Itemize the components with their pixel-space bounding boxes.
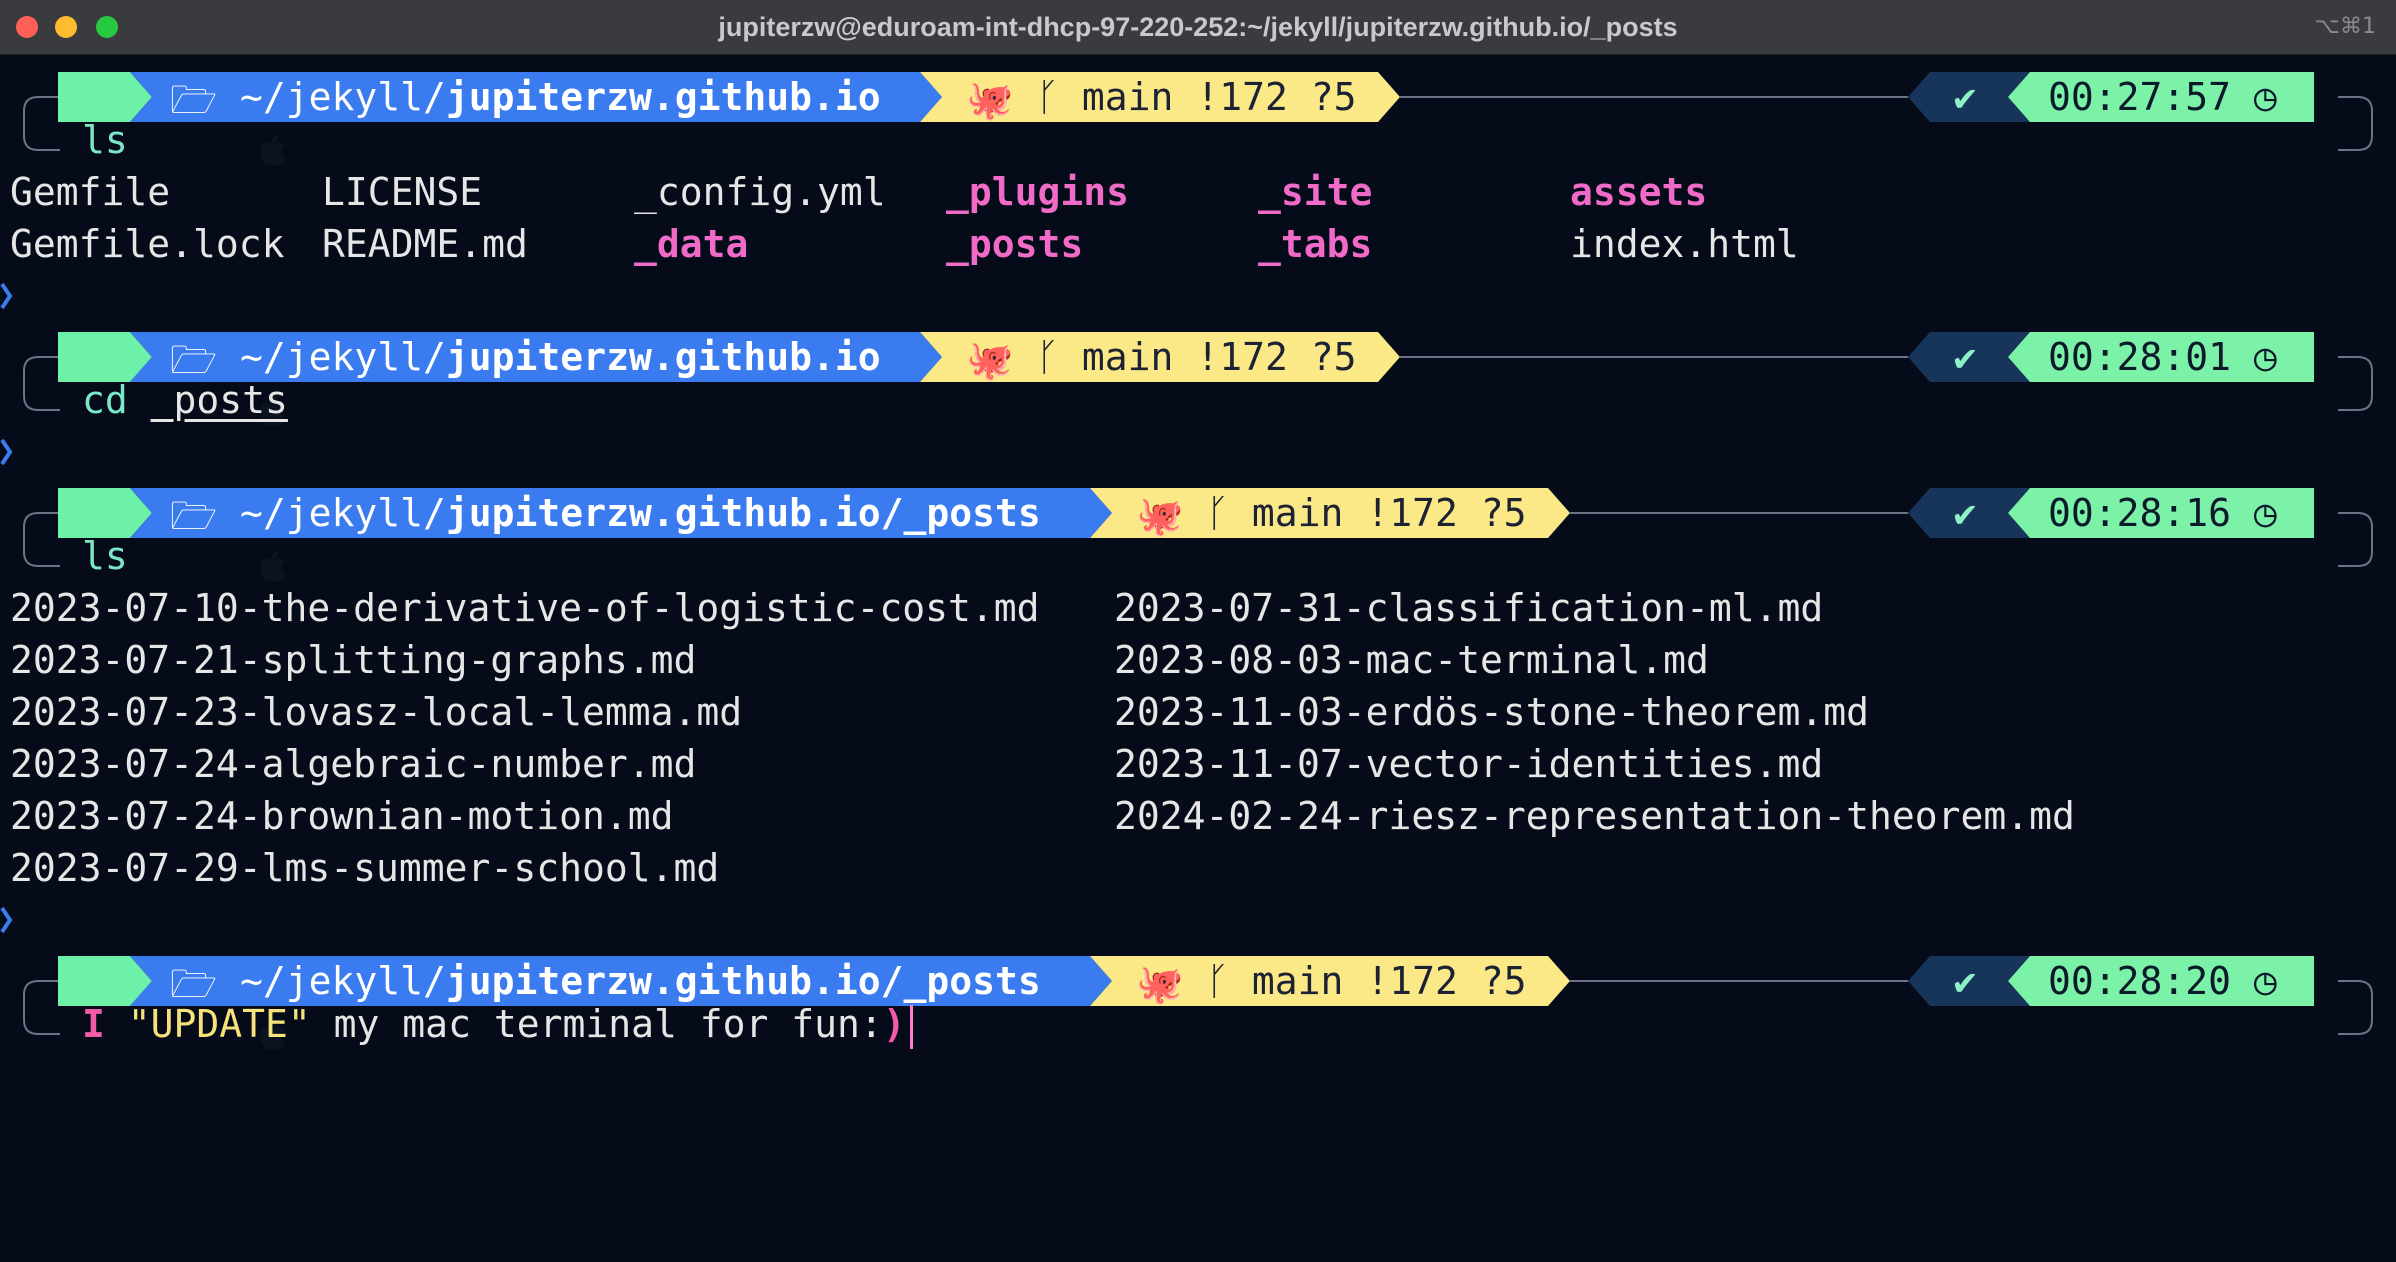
prompt-chevron-icon bbox=[0, 282, 13, 310]
list-item: 2023-07-23-lovasz-local-lemma.md bbox=[10, 690, 743, 734]
prompt-git: 🐙 ᚴ main !172 ?5 bbox=[966, 332, 1356, 382]
list-item: 2023-07-10-the-derivative-of-logistic-co… bbox=[10, 586, 1040, 630]
prompt-time: 00:28:01 ◷ bbox=[2048, 335, 2277, 379]
prompt-path: 🗁 ~/jekyll/jupiterzw.github.io/_posts bbox=[170, 488, 1041, 538]
list-item: Gemfile bbox=[10, 170, 171, 214]
clock-icon: ◷ bbox=[2253, 491, 2277, 535]
prompt-time: 00:27:57 ◷ bbox=[2048, 75, 2277, 119]
list-item: _config.yml bbox=[634, 170, 886, 214]
terminal-content[interactable]: 🗁 ~/jekyll/jupiterzw.github.io 🐙 ᚴ main … bbox=[0, 54, 2396, 1262]
github-icon: 🐙 bbox=[966, 337, 1014, 382]
prompt-line: 🗁 ~/jekyll/jupiterzw.github.io/_posts 🐙 … bbox=[0, 946, 2396, 1050]
prompt-chevron-icon bbox=[0, 438, 13, 466]
prompt-chevron-icon bbox=[0, 906, 13, 934]
status-check: ✔ bbox=[1953, 335, 1977, 379]
command-text: ls bbox=[82, 118, 128, 162]
terminal-window[interactable]: jupiterzw@eduroam-int-dhcp-97-220-252:~/… bbox=[0, 0, 2396, 1262]
title-bar[interactable]: jupiterzw@eduroam-int-dhcp-97-220-252:~/… bbox=[0, 0, 2396, 55]
list-item: _plugins bbox=[946, 170, 1130, 214]
github-icon: 🐙 bbox=[1136, 493, 1184, 538]
github-icon: 🐙 bbox=[1136, 961, 1184, 1006]
list-item: README.md bbox=[322, 222, 528, 266]
status-check: ✔ bbox=[1953, 75, 1977, 119]
prompt-line: 🗁 ~/jekyll/jupiterzw.github.io 🐙 ᚴ main … bbox=[0, 322, 2396, 426]
window-title: jupiterzw@eduroam-int-dhcp-97-220-252:~/… bbox=[718, 12, 1678, 42]
clock-icon: ◷ bbox=[2253, 75, 2277, 119]
prompt-time: 00:28:20 ◷ bbox=[2048, 959, 2277, 1003]
prompt-path: 🗁 ~/jekyll/jupiterzw.github.io bbox=[170, 72, 881, 122]
list-item: _data bbox=[634, 222, 749, 266]
command-word: cd bbox=[82, 378, 128, 422]
text-cursor bbox=[909, 1004, 913, 1049]
list-item: _posts bbox=[946, 222, 1084, 266]
branch-icon: ᚴ bbox=[1206, 491, 1230, 535]
list-item: 2023-11-07-vector-identities.md bbox=[1114, 742, 1824, 786]
clock-icon: ◷ bbox=[2253, 335, 2277, 379]
prompt-git: 🐙 ᚴ main !172 ?5 bbox=[1136, 488, 1526, 538]
branch-icon: ᚴ bbox=[1036, 335, 1060, 379]
list-item: 2023-07-24-algebraic-number.md bbox=[10, 742, 697, 786]
clock-icon: ◷ bbox=[2253, 959, 2277, 1003]
prompt-line: 🗁 ~/jekyll/jupiterzw.github.io 🐙 ᚴ main … bbox=[0, 62, 2396, 166]
list-item: assets bbox=[1570, 170, 1708, 214]
list-item: Gemfile.lock bbox=[10, 222, 285, 266]
prompt-git: 🐙 ᚴ main !172 ?5 bbox=[1136, 956, 1526, 1006]
status-check: ✔ bbox=[1953, 491, 1977, 535]
github-icon: 🐙 bbox=[966, 77, 1014, 122]
list-item: _site bbox=[1258, 170, 1373, 214]
prompt-git: 🐙 ᚴ main !172 ?5 bbox=[966, 72, 1356, 122]
list-item: 2023-07-31-classification-ml.md bbox=[1114, 586, 1824, 630]
list-item: 2023-07-21-splitting-graphs.md bbox=[10, 638, 697, 682]
prompt-line: 🗁 ~/jekyll/jupiterzw.github.io/_posts 🐙 … bbox=[0, 478, 2396, 582]
window-shortcut: ⌥⌘1 bbox=[2314, 14, 2376, 39]
folder-icon: 🗁 bbox=[170, 77, 218, 122]
branch-icon: ᚴ bbox=[1036, 75, 1060, 119]
list-item: 2023-07-24-brownian-motion.md bbox=[10, 794, 674, 838]
command-arg: _posts bbox=[150, 378, 288, 422]
list-item: 2023-11-03-erdös-stone-theorem.md bbox=[1114, 690, 1869, 734]
list-item: 2023-08-03-mac-terminal.md bbox=[1114, 638, 1709, 682]
command-text: cd _posts bbox=[82, 374, 288, 426]
list-item: 2024-02-24-riesz-representation-theorem.… bbox=[1114, 794, 2075, 838]
list-item: index.html bbox=[1570, 222, 1799, 266]
list-item: LICENSE bbox=[322, 170, 483, 214]
list-item: _tabs bbox=[1258, 222, 1373, 266]
folder-icon: 🗁 bbox=[170, 493, 218, 538]
branch-icon: ᚴ bbox=[1206, 959, 1230, 1003]
prompt-time: 00:28:16 ◷ bbox=[2048, 491, 2277, 535]
status-check: ✔ bbox=[1953, 959, 1977, 1003]
command-text: ls bbox=[82, 534, 128, 578]
list-item: 2023-07-29-lms-summer-school.md bbox=[10, 846, 720, 890]
command-input[interactable]: I "UPDATE" my mac terminal for fun:) bbox=[82, 998, 913, 1050]
